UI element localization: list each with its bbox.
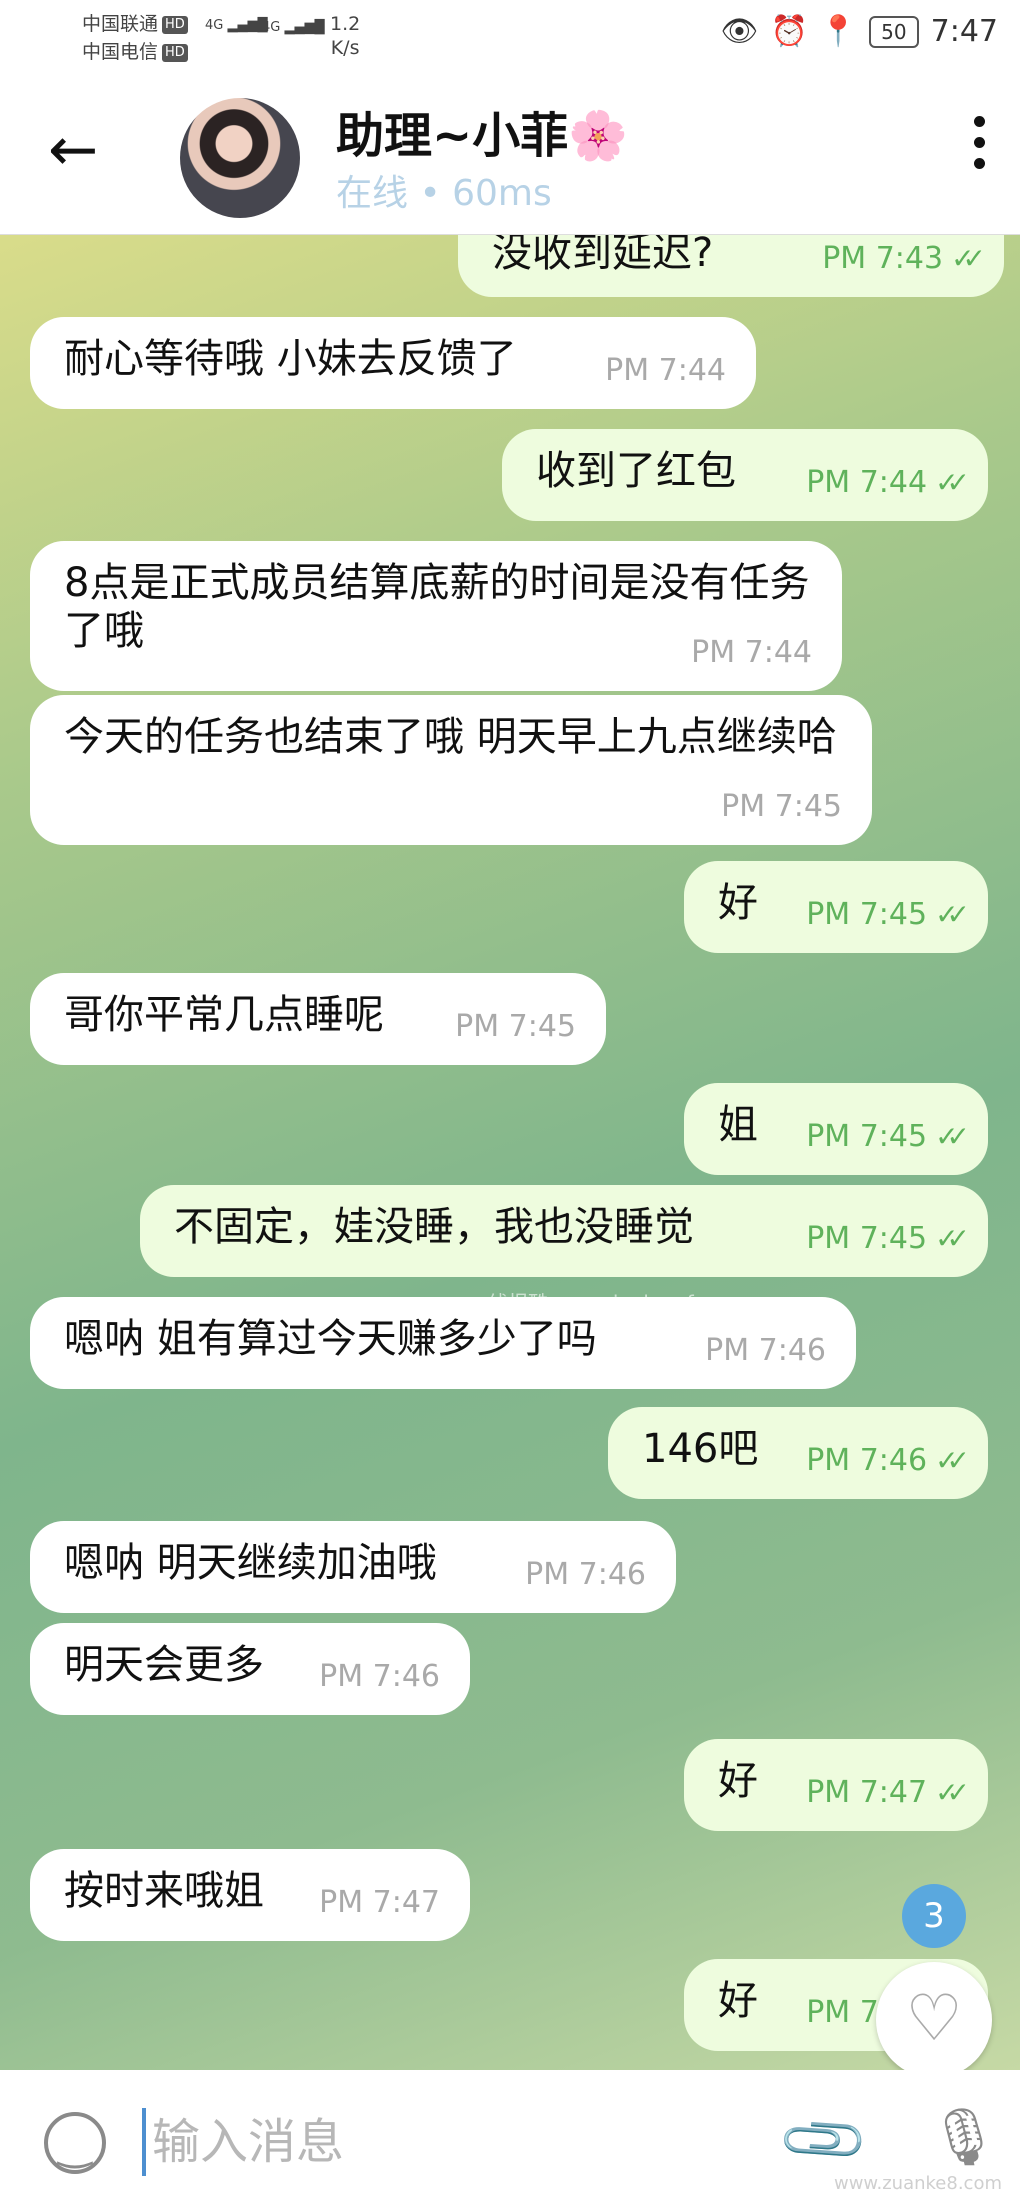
message-bubble-outgoing[interactable]: 好 PM 7:45 ✓✓	[684, 861, 988, 953]
double-check-icon: ✓✓	[935, 1120, 970, 1153]
online-status: 在线 • 60ms	[336, 173, 552, 214]
message-text: 好	[718, 1978, 758, 2024]
message-list[interactable]: 没收到延迟? PM 7:43 ✓✓ 耐心等待哦 小妹去反馈了 PM 7:44 收到…	[0, 235, 1020, 2070]
message-meta: PM 7:44 ✓✓	[806, 465, 970, 500]
message-meta: PM 7:45	[721, 789, 842, 824]
corner-watermark: www.zuanke8.com	[833, 2173, 1002, 2194]
message-text: 哥你平常几点睡呢	[64, 992, 384, 1038]
message-meta: PM 7:46	[525, 1557, 646, 1592]
message-bubble-outgoing[interactable]: 好 PM 7:47✓✓	[684, 1739, 988, 1831]
message-text: 今天的任务也结束了哦 明天早上九点继续哈	[64, 714, 837, 760]
signal-icon: 4G ▂▄▆█	[262, 20, 325, 35]
message-bubble-incoming[interactable]: 哥你平常几点睡呢 PM 7:45	[30, 973, 606, 1065]
message-bubble-incoming[interactable]: 8点是正式成员结算底薪的时间是没有任务了哦 PM 7:44	[30, 541, 842, 691]
hd-badge: HD	[162, 15, 188, 34]
message-text: 没收到延迟?	[492, 235, 714, 276]
message-meta: PM 7:46	[319, 1659, 440, 1694]
signal-icon: 4G ▂▄▆█	[205, 18, 268, 33]
message-meta: PM 7:47✓✓	[806, 1775, 970, 1810]
location-icon: 📍	[819, 14, 858, 49]
message-meta: PM 7:45 ✓✓	[806, 1119, 970, 1154]
message-bubble-incoming[interactable]: 耐心等待哦 小妹去反馈了 PM 7:44	[30, 317, 756, 409]
message-bubble-incoming[interactable]: 嗯呐 明天继续加油哦 PM 7:46	[30, 1521, 676, 1613]
message-text: 嗯呐 明天继续加油哦	[64, 1540, 437, 1586]
flower-icon: 🌸	[568, 108, 628, 164]
message-input[interactable]	[142, 2108, 754, 2176]
double-check-icon: ✓✓	[935, 466, 970, 499]
avatar[interactable]	[180, 98, 300, 218]
more-vertical-icon[interactable]	[974, 116, 988, 179]
double-check-icon: ✓✓	[951, 242, 986, 275]
message-text: 收到了红包	[536, 448, 736, 494]
message-bubble-incoming[interactable]: 今天的任务也结束了哦 明天早上九点继续哈 PM 7:45	[30, 695, 872, 845]
message-bubble-outgoing[interactable]: 收到了红包 PM 7:44 ✓✓	[502, 429, 988, 521]
network-speed: 1.2 K/s	[330, 13, 361, 59]
message-text: 嗯呐 姐有算过今天赚多少了吗	[64, 1316, 597, 1362]
hd-badge: HD	[162, 43, 188, 62]
heart-icon[interactable]: ♡	[876, 1962, 992, 2078]
mic-icon[interactable]: 🎙	[928, 2104, 999, 2170]
double-check-icon: ✓✓	[935, 1444, 970, 1477]
message-meta: PM 7:44	[691, 635, 812, 670]
status-bar: 中国联通 HD 中国电信 HD 4G ▂▄▆█ 4G ▂▄▆█ 1.2 K/s 👁 …	[0, 0, 1020, 76]
double-check-icon: ✓✓	[935, 1776, 970, 1809]
message-meta: PM 7:44	[605, 353, 726, 388]
carrier-2: 中国电信	[82, 41, 159, 63]
message-meta: PM 7:46 ✓✓	[806, 1443, 970, 1478]
message-input-bar: ‿ 📎 🎙 www.zuanke8.com	[0, 2070, 1020, 2210]
message-text: 好	[718, 1758, 758, 1804]
emoji-icon[interactable]: ‿	[44, 2112, 106, 2174]
message-meta: PM 7:43 ✓✓	[822, 241, 986, 276]
message-bubble-incoming[interactable]: 嗯呐 姐有算过今天赚多少了吗 PM 7:46	[30, 1297, 856, 1389]
message-meta: PM 7:45 ✓✓	[806, 897, 970, 932]
message-text: 好	[718, 880, 758, 926]
message-bubble-outgoing[interactable]: 姐 PM 7:45 ✓✓	[684, 1083, 988, 1175]
message-bubble-outgoing[interactable]: 没收到延迟? PM 7:43 ✓✓	[458, 235, 1004, 297]
message-text: 姐	[718, 1102, 758, 1148]
back-arrow-icon[interactable]: ←	[48, 120, 98, 180]
message-bubble-outgoing[interactable]: 不固定，娃没睡，我也没睡觉 PM 7:45 ✓✓	[140, 1185, 988, 1277]
battery-indicator: 50	[869, 15, 919, 48]
double-check-icon: ✓✓	[935, 1222, 970, 1255]
reaction-count-badge: 3	[902, 1884, 966, 1948]
message-text: 耐心等待哦 小妹去反馈了	[64, 336, 517, 382]
watermark-text: 线报酷-new.xianbao.fun	[488, 1291, 719, 1315]
chat-header: ← 助理~小菲🌸 在线 • 60ms	[0, 76, 1020, 235]
carrier-1: 中国联通	[82, 13, 159, 35]
message-text: 146吧	[642, 1426, 759, 1472]
message-text: 不固定，娃没睡，我也没睡觉	[174, 1204, 694, 1250]
message-bubble-incoming[interactable]: 按时来哦姐 PM 7:47	[30, 1849, 470, 1941]
message-text: 按时来哦姐	[64, 1868, 264, 1914]
alarm-icon: ⏰	[770, 14, 808, 49]
carrier-info: 中国联通 HD 中国电信 HD	[82, 10, 188, 66]
status-icons: 👁 ⏰ 📍 50 7:47	[720, 14, 998, 49]
contact-name-text: 助理~小菲	[336, 108, 569, 164]
message-meta: PM 7:47	[319, 1885, 440, 1920]
double-check-icon: ✓✓	[935, 898, 970, 931]
eye-icon: 👁	[720, 14, 759, 49]
message-bubble-outgoing[interactable]: 146吧 PM 7:46 ✓✓	[608, 1407, 988, 1499]
message-meta: PM 7:45	[455, 1009, 576, 1044]
clock: 7:47	[930, 14, 998, 49]
message-meta: PM 7:46	[705, 1333, 826, 1368]
contact-name[interactable]: 助理~小菲🌸	[336, 96, 628, 166]
message-meta: PM 7:45 ✓✓	[806, 1221, 970, 1256]
message-bubble-incoming[interactable]: 明天会更多 PM 7:46	[30, 1623, 470, 1715]
message-text: 明天会更多	[64, 1642, 264, 1688]
